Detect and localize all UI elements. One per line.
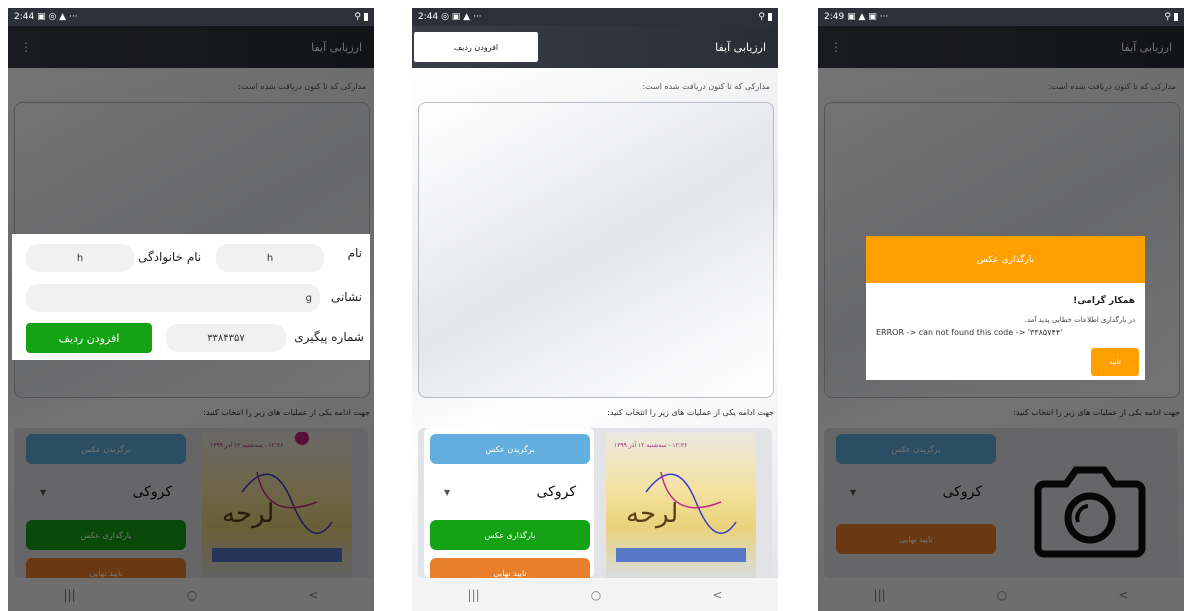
photo-preview: ۱۲:۳۶ - سه‌شنبه ۱۲ آذر ۱۳۹۹ ﻟﺮﺣﻪ [606,432,756,578]
signal-icons: ⚲ [354,12,368,22]
status-time: 2:49 [824,12,845,22]
signal-icons: ⚲ [1164,12,1178,22]
modal-overlay-nav [8,578,374,611]
status-bar: 2:44 ▣ ◎ ▲ ··· ⚲ [8,8,374,26]
upload-error-dialog: بارگذاری عکس همکار گرامی! در بارگذاری اط… [866,236,1145,380]
battery-icon [768,13,772,21]
add-row-button[interactable]: افزودن ردیف [26,323,152,353]
system-nav-bar: ||| ○ < [412,578,778,611]
preview-sketch-image: ﻟﺮﺣﻪ [616,471,746,562]
address-input[interactable]: g [26,284,320,312]
home-icon[interactable]: ○ [591,588,601,602]
battery-icon [1174,13,1178,21]
app-bar: افزودن ردیف ارزیابی آیفا [412,26,778,68]
battery-icon [364,13,368,21]
ops-label: جهت ادامه یکی از عملیات های زیر را انتخا… [607,408,774,417]
phone-screen-3: 2:49 ▣ ▲ ▣ ··· ⚲ ⋮ ارزیابی آیفا مدارکی ک… [818,8,1184,611]
dialog-header: بارگذاری عکس [866,236,1145,283]
last-name-input[interactable]: h [26,244,134,272]
ops-panel: برگزیدن عکس ▼ کروکی بارگذاری عکس تایید ن… [418,428,772,588]
dropdown-arrow-icon: ▼ [444,487,451,497]
add-row-menu-button[interactable]: افزودن ردیف [414,32,538,62]
dialog-message: در بارگذاری اطلاعات خطایی پدید آمد. [1024,316,1135,324]
dialog-ok-button[interactable]: تایید [1091,348,1139,376]
document-type-select[interactable]: ▼ کروکی [430,472,590,512]
document-type-value: کروکی [536,484,576,500]
main-content: مدارکی که تا کنون دریافت شده است: جهت اد… [412,68,778,588]
dialog-title: همکار گرامی! [1073,296,1135,306]
modal-overlay-nav [818,578,1184,611]
recent-apps-icon[interactable]: ||| [468,588,480,602]
location-icon: ⚲ [1164,12,1171,22]
app-title: ارزیابی آیفا [715,40,766,54]
location-icon: ⚲ [354,12,361,22]
last-name-label: نام خانوادگی [138,250,202,264]
status-icons: ▣ ◎ ▲ ··· [37,12,78,22]
first-name-input[interactable]: h [216,244,324,272]
phone-screen-2: 2:44 ◎ ▣ ▲ ··· ⚲ افزودن ردیف ارزیابی آیف… [412,8,778,611]
pick-photo-button[interactable]: برگزیدن عکس [430,434,590,464]
dialog-error-text: ERROR -> can not found this code -> '۳۳۸… [876,328,1063,337]
upload-photo-button[interactable]: بارگذاری عکس [430,520,590,550]
preview-date: ۱۲:۳۶ - سه‌شنبه ۱۲ آذر ۱۳۹۹ [614,442,688,449]
svg-text:ﻟﺮﺣﻪ: ﻟﺮﺣﻪ [626,499,678,529]
signal-icons: ⚲ [758,12,772,22]
address-label: نشانی [330,290,362,304]
status-time: 2:44 [418,12,439,22]
status-bar: 2:49 ▣ ▲ ▣ ··· ⚲ [818,8,1184,26]
tracking-number-input[interactable]: ۳۳۸۴۳۵۷ [166,324,286,352]
status-time: 2:44 [14,12,35,22]
docs-list [418,102,774,398]
back-icon[interactable]: < [712,588,722,602]
status-bar: 2:44 ◎ ▣ ▲ ··· ⚲ [412,8,778,26]
tracking-number-label: شماره پیگیری [294,330,364,344]
status-icons: ◎ ▣ ▲ ··· [441,12,482,22]
docs-label: مدارکی که تا کنون دریافت شده است: [642,82,770,91]
add-row-dialog: نام h نام خانوادگی h نشانی g شماره پیگیر… [12,234,370,360]
status-icons: ▣ ▲ ▣ ··· [847,12,889,22]
first-name-label: نام [347,246,362,260]
location-icon: ⚲ [758,12,765,22]
